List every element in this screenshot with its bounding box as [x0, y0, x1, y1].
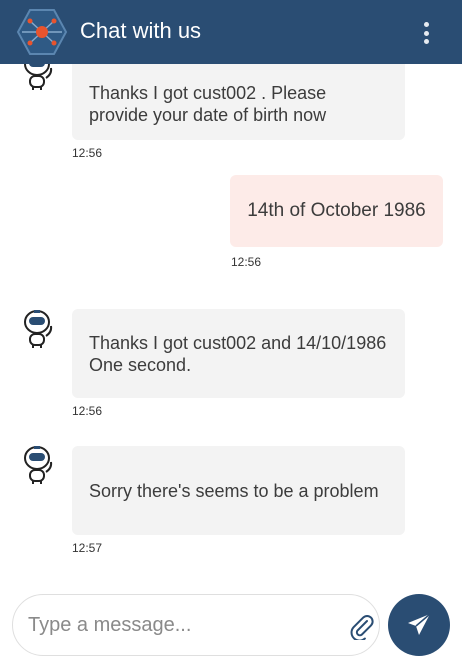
- chat-title: Chat with us: [80, 18, 202, 43]
- message-composer: [12, 594, 380, 656]
- send-plane-icon: [408, 613, 431, 635]
- message-time: 12:56: [231, 255, 262, 269]
- send-button[interactable]: [388, 594, 450, 656]
- robot-avatar-icon: [24, 446, 53, 484]
- message-time: 12:56: [72, 404, 103, 418]
- hexagon-network-logo: [16, 9, 68, 55]
- message-list[interactable]: Thanks I got cust002 . Please provide yo…: [0, 64, 462, 586]
- message-text: Sorry there's seems to be a problem: [89, 480, 379, 501]
- message-input[interactable]: [28, 607, 328, 643]
- bot-message: Thanks I got cust002 . Please provide yo…: [72, 64, 405, 140]
- message-time: 12:57: [72, 541, 103, 555]
- robot-avatar-icon: [24, 64, 53, 90]
- message-text: Thanks I got cust002 and 14/10/1986 One …: [89, 332, 387, 375]
- paperclip-icon[interactable]: [347, 612, 375, 640]
- robot-avatar-icon: [24, 310, 53, 348]
- user-message: 14th of October 1986: [230, 175, 443, 247]
- bot-message: Thanks I got cust002 and 14/10/1986 One …: [72, 309, 405, 398]
- kebab-menu-icon[interactable]: [416, 20, 436, 46]
- bot-message: Sorry there's seems to be a problem: [72, 446, 405, 535]
- message-text: Thanks I got cust002 . Please provide yo…: [89, 83, 327, 125]
- message-text: 14th of October 1986: [247, 200, 426, 221]
- chat-header: Chat with us: [0, 0, 462, 64]
- message-time: 12:56: [72, 146, 103, 160]
